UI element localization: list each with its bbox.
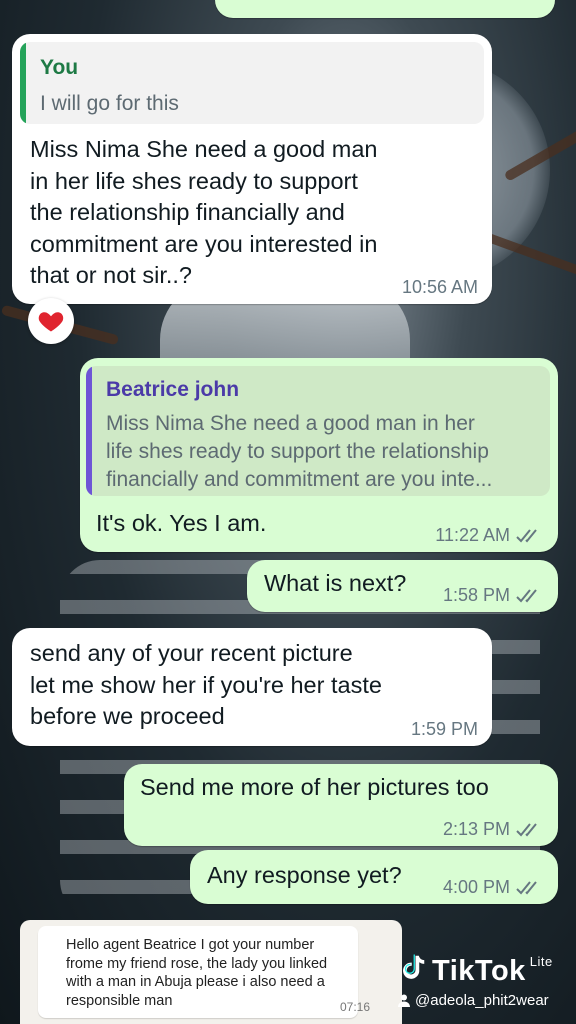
message-text: Send me more of her pictures too [140,774,489,800]
message-meta: 2:13 PM [443,819,544,840]
message-text: send any of your recent picture let me s… [30,640,382,729]
message-time: 2:13 PM [442,819,510,839]
tiktok-brand: TikTok [432,954,526,987]
message-bubble-incoming[interactable]: send any of your recent picture let me s… [12,628,492,746]
message-meta: 1:58 PM [443,585,544,606]
quote-author: You [40,56,79,79]
double-check-icon [516,528,537,542]
message-bubble-outgoing[interactable]: Beatrice john Miss Nima She need a good … [80,358,558,552]
tiktok-handle: @adeola_phit2wear [415,992,549,1009]
quote-author: Beatrice john [106,378,240,401]
quote-text: Miss Nima She need a good man in her lif… [106,412,493,491]
message-bubble-previous[interactable] [215,0,555,18]
message-meta: 10:56 AM [402,277,478,298]
tiktok-handle-row: @adeola_phit2wear [398,992,553,1009]
message-bubble-outgoing[interactable]: What is next? 1:58 PM [247,560,558,612]
embedded-message-time: 07:16 [340,1000,371,1014]
quoted-message[interactable]: Beatrice john Miss Nima She need a good … [86,366,550,496]
background-branch [503,128,576,182]
reaction-badge[interactable] [28,298,74,344]
double-check-icon [516,822,537,836]
quote-accent-bar [86,366,92,496]
message-bubble-outgoing[interactable]: Any response yet? 4:00 PM [190,850,558,904]
message-time: 11:22 AM [435,525,510,545]
message-text: Any response yet? [207,862,402,888]
tiktok-watermark: TikTok Lite @adeola_phit2wear [398,952,553,1009]
message-text: It's ok. Yes I am. [96,510,267,536]
double-check-icon [516,880,537,894]
message-bubble-outgoing[interactable]: Send me more of her pictures too 2:13 PM [124,764,558,846]
message-meta: 11:22 AM [435,525,544,546]
double-check-icon [516,588,537,602]
message-time: 10:56 AM [401,277,478,297]
embedded-message-text: Hello agent Beatrice I got your number f… [66,937,328,1009]
message-meta: 1:59 PM [411,719,478,740]
tiktok-note-icon [398,952,428,990]
embedded-screenshot[interactable]: Hello agent Beatrice I got your number f… [20,920,402,1024]
message-meta: 4:00 PM [443,877,544,898]
embedded-message-bubble: Hello agent Beatrice I got your number f… [38,926,370,1018]
message-text: What is next? [264,570,407,596]
message-text: Miss Nima She need a good man in her lif… [30,136,378,288]
tiktok-logo: TikTok Lite [398,952,553,990]
heart-icon [38,312,64,332]
message-time: 4:00 PM [442,877,510,897]
tiktok-lite: Lite [529,953,553,969]
message-time: 1:58 PM [442,585,510,605]
message-bubble-incoming[interactable]: You I will go for this Miss Nima She nee… [12,34,492,304]
message-time: 1:59 PM [410,719,478,739]
user-icon [398,994,410,1007]
quoted-message[interactable]: You I will go for this [20,42,484,124]
quote-text: I will go for this [40,92,179,115]
background-branch [481,231,576,278]
quote-accent-bar [20,42,26,124]
